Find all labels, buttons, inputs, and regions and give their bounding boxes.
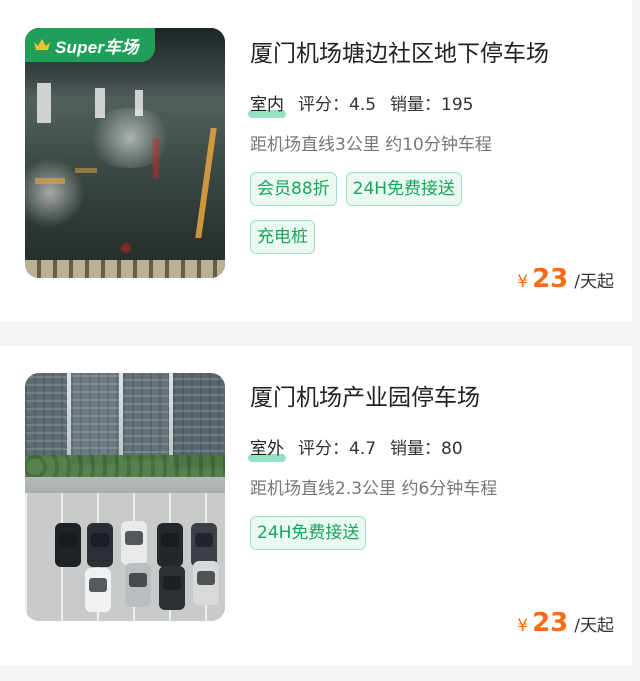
price-unit: /天起	[574, 616, 614, 636]
member-discount-tag: 会员88折	[250, 172, 337, 206]
free-shuttle-tag: 24H免费接送	[250, 516, 367, 550]
outdoor-parking-image	[25, 373, 225, 621]
distance-info: 距机场直线3公里 约10分钟车程	[250, 135, 492, 155]
rating: 评分：4.5	[298, 95, 377, 115]
price-amount: 23	[532, 608, 569, 638]
parking-type-label: 室内	[248, 90, 286, 118]
listing-title[interactable]: 厦门机场产业园停车场	[250, 378, 480, 412]
parking-lot-photo[interactable]: Super车场	[25, 28, 225, 278]
charging-pile-tag: 充电桩	[250, 220, 315, 254]
price-amount: 23	[532, 264, 569, 294]
parking-type-label: 室外	[248, 434, 286, 462]
super-parking-badge: Super车场	[25, 28, 155, 62]
parking-listing-card[interactable]: Super车场 厦门机场塘边社区地下停车场 室内 评分：4.5 销量：195 距…	[0, 0, 632, 322]
sales-count: 销量：80	[390, 439, 463, 459]
listing-meta-row: 室外 评分：4.7 销量：80	[248, 434, 477, 462]
distance-info: 距机场直线2.3公里 约6分钟车程	[250, 479, 498, 499]
feature-tags: 24H免费接送	[250, 516, 530, 550]
currency-symbol: ¥	[517, 616, 529, 636]
price: ¥ 23 /天起	[517, 608, 614, 638]
parking-listing-card[interactable]: 厦门机场产业园停车场 室外 评分：4.7 销量：80 距机场直线2.3公里 约6…	[0, 346, 632, 666]
underground-garage-image	[25, 28, 225, 278]
currency-symbol: ¥	[517, 272, 529, 292]
sales-count: 销量：195	[390, 95, 474, 115]
feature-tags: 会员88折 24H免费接送 充电桩	[250, 172, 530, 254]
free-shuttle-tag: 24H免费接送	[345, 172, 463, 206]
listing-title[interactable]: 厦门机场塘边社区地下停车场	[250, 34, 549, 68]
right-gutter	[632, 0, 640, 681]
super-badge-label: Super车场	[55, 37, 139, 57]
price-unit: /天起	[574, 272, 614, 292]
rating: 评分：4.7	[298, 439, 377, 459]
price: ¥ 23 /天起	[517, 264, 614, 294]
parking-lot-photo[interactable]	[25, 373, 225, 621]
crown-icon	[33, 38, 51, 52]
listing-meta-row: 室内 评分：4.5 销量：195	[248, 90, 488, 118]
